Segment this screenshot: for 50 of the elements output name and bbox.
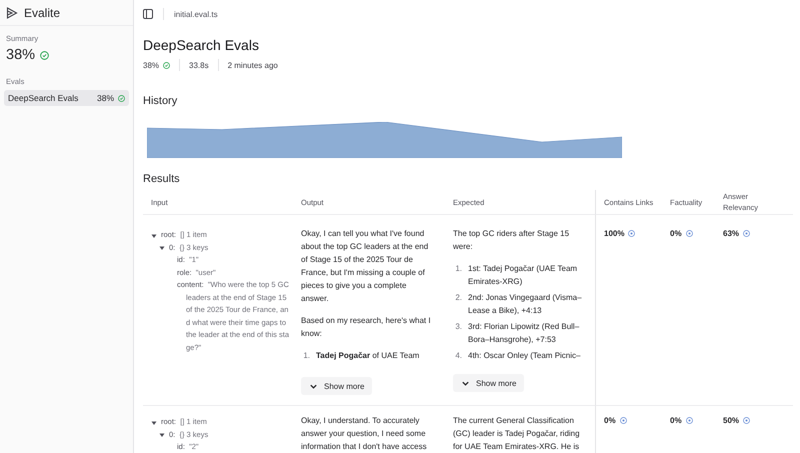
text-paragraph: The top GC riders after Stage 15 were: (453, 228, 570, 253)
info-circle-icon (628, 230, 636, 237)
eval-title: DeepSearch Evals (143, 37, 260, 54)
list-item-text: 2nd: Jonas Vingegaard (Visma–Lease a Bike), +4:13 (468, 292, 583, 317)
list-item-text: Tadej Pogačar of UAE Team (316, 350, 420, 362)
text-paragraph: Okay, I can tell you what I've found about the top GC leaders at the end of Stage 15 of the 2025 Tour de France, but I'm missing a couple of pieces to give you a complete answer. (301, 228, 430, 305)
info-circle-icon (620, 417, 627, 424)
section-heading: History (143, 95, 178, 108)
show-more-button[interactable]: Show more (453, 374, 524, 392)
check-circle-icon (40, 50, 50, 60)
list-number: 1. (454, 263, 462, 275)
file-name: initial.eval.ts (174, 10, 218, 18)
list-number: 1. (302, 350, 310, 362)
score-value: 63% (723, 228, 740, 240)
caret-icon[interactable] (159, 245, 165, 251)
text-paragraph: The current General Classification (GC) leader is Tadej Pogačar, riding for UAE Team Emirates-XRG. He is (453, 415, 581, 453)
eval-score: 38% (143, 60, 160, 70)
info-circle-icon (743, 417, 750, 424)
info-circle-icon (743, 230, 750, 237)
sidebar-item[interactable]: DeepSearch Evals 38% (4, 90, 129, 106)
score-value: 0% (670, 228, 682, 240)
list-number: 3. (454, 321, 462, 333)
sidebar-toggle-icon[interactable] (143, 9, 153, 19)
chevron-down-icon (309, 382, 318, 390)
score-value: 0% (670, 415, 682, 427)
list-item-text: 4th: Oscar Onley (Team Picnic– (468, 350, 580, 362)
score-value: 0% (604, 415, 616, 427)
check-circle-icon (118, 94, 125, 102)
section-heading: Results (143, 173, 181, 186)
logo-icon (6, 6, 18, 18)
text-paragraph: Okay, I understand. To accurately answer your question, I need some information that I don't have access (301, 415, 428, 453)
score-value: 50% (723, 415, 740, 427)
chevron-down-icon (461, 378, 470, 388)
app-name: Evalite (24, 6, 60, 20)
list-number: 2. (454, 292, 462, 304)
eval-time: 2 minutes ago (228, 60, 278, 70)
show-more-button[interactable]: Show more (301, 377, 372, 395)
caret-icon[interactable] (151, 420, 157, 426)
summary-score: 38% (6, 47, 36, 63)
list-number: 4. (454, 350, 462, 362)
info-circle-icon (686, 230, 693, 237)
caret-icon[interactable] (151, 232, 157, 238)
list-item-text: 1st: Tadej Pogačar (UAE Team Emirates-XRG) (468, 263, 578, 288)
score-value: 100% (604, 228, 624, 240)
list-item-text: 3rd: Florian Lipowitz (Red Bull–Bora–Hansgrohe), +7:53 (468, 321, 580, 346)
info-circle-icon (686, 417, 693, 424)
check-circle-icon (163, 62, 170, 68)
eval-duration: 33.8s (189, 60, 209, 70)
caret-icon[interactable] (159, 432, 165, 438)
text-paragraph: Based on my research, here's what I know: (301, 315, 432, 340)
